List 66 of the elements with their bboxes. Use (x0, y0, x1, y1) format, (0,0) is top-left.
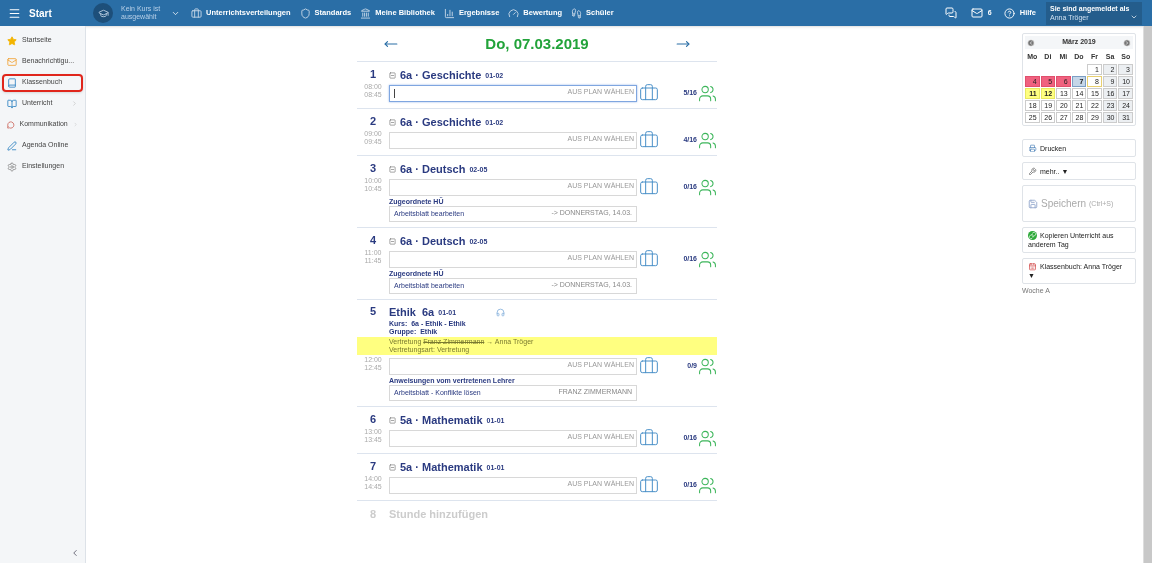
pen-icon (7, 140, 17, 151)
lesson-title: 6a · Deutsch (400, 233, 466, 249)
briefcase-icon[interactable] (639, 249, 659, 269)
save-icon (1028, 198, 1038, 209)
briefcase-icon (191, 7, 202, 19)
chevron-right-icon (71, 100, 78, 107)
scrollbar[interactable] (1143, 26, 1152, 563)
lesson-title: Ethik 6a (389, 305, 435, 321)
start-menu-button[interactable]: Start (0, 0, 86, 26)
day-title: Do, 07.03.2019 (485, 33, 589, 54)
briefcase-icon[interactable] (639, 177, 659, 197)
printer-icon (1028, 143, 1037, 153)
book-icon (7, 77, 17, 88)
students-icon[interactable] (698, 130, 717, 150)
students-icon[interactable] (698, 177, 717, 197)
lesson-title: 5a · Mathematik (400, 412, 483, 428)
collapse-icon[interactable] (389, 416, 396, 424)
help-icon (1003, 7, 1015, 19)
gear-icon (7, 161, 17, 172)
open-book-icon (7, 98, 17, 109)
shield-icon (299, 7, 311, 19)
bar-chart-icon (443, 7, 455, 19)
previous-month-icon[interactable] (1027, 38, 1035, 47)
lesson-number: 4 (369, 234, 377, 246)
lesson-number: 6 (369, 413, 377, 425)
gauge-icon (508, 7, 520, 19)
lesson-title: 6a · Geschichte (400, 67, 482, 83)
lesson-number: 5 (369, 305, 377, 319)
calendar-icon (1028, 262, 1037, 271)
mail-icon (7, 56, 17, 67)
briefcase-icon[interactable] (639, 428, 659, 448)
dropdown-icon (1130, 13, 1138, 21)
briefcase-icon[interactable] (639, 356, 659, 376)
chat-icon (7, 119, 15, 130)
lesson-number: 1 (369, 68, 377, 80)
collapse-icon[interactable] (389, 118, 396, 126)
star-icon (7, 35, 17, 46)
lesson-number: 3 (369, 162, 377, 174)
collapse-icon[interactable] (389, 71, 396, 79)
students-icon[interactable] (698, 475, 717, 495)
students-icon[interactable] (698, 83, 717, 103)
briefcase-icon[interactable] (639, 475, 659, 495)
briefcase-icon[interactable] (639, 130, 659, 150)
students-icon[interactable] (698, 428, 717, 448)
headset-icon[interactable] (496, 308, 506, 317)
mail-icon (970, 7, 983, 19)
lesson-title: 6a · Deutsch (400, 161, 466, 177)
students-icon[interactable] (698, 356, 717, 376)
students-icon[interactable] (698, 249, 717, 269)
text-cursor (394, 88, 395, 98)
building-icon (360, 7, 372, 19)
lesson-title: 6a · Geschichte (400, 114, 482, 130)
next-month-icon[interactable] (1123, 38, 1131, 47)
tools-icon (1028, 166, 1037, 176)
chat-icon[interactable] (944, 7, 957, 19)
collapse-icon[interactable] (389, 237, 396, 245)
lesson-title: 5a · Mathematik (400, 459, 483, 475)
footprints-icon (571, 7, 583, 19)
briefcase-icon[interactable] (639, 83, 659, 103)
collapse-icon[interactable] (389, 463, 396, 471)
collapse-sidebar-icon[interactable] (70, 548, 80, 558)
link-icon (1028, 231, 1037, 240)
lesson-number: 2 (369, 115, 377, 127)
collapse-icon[interactable] (389, 165, 396, 173)
lesson-number: 7 (369, 460, 377, 472)
menu-icon (8, 6, 21, 20)
